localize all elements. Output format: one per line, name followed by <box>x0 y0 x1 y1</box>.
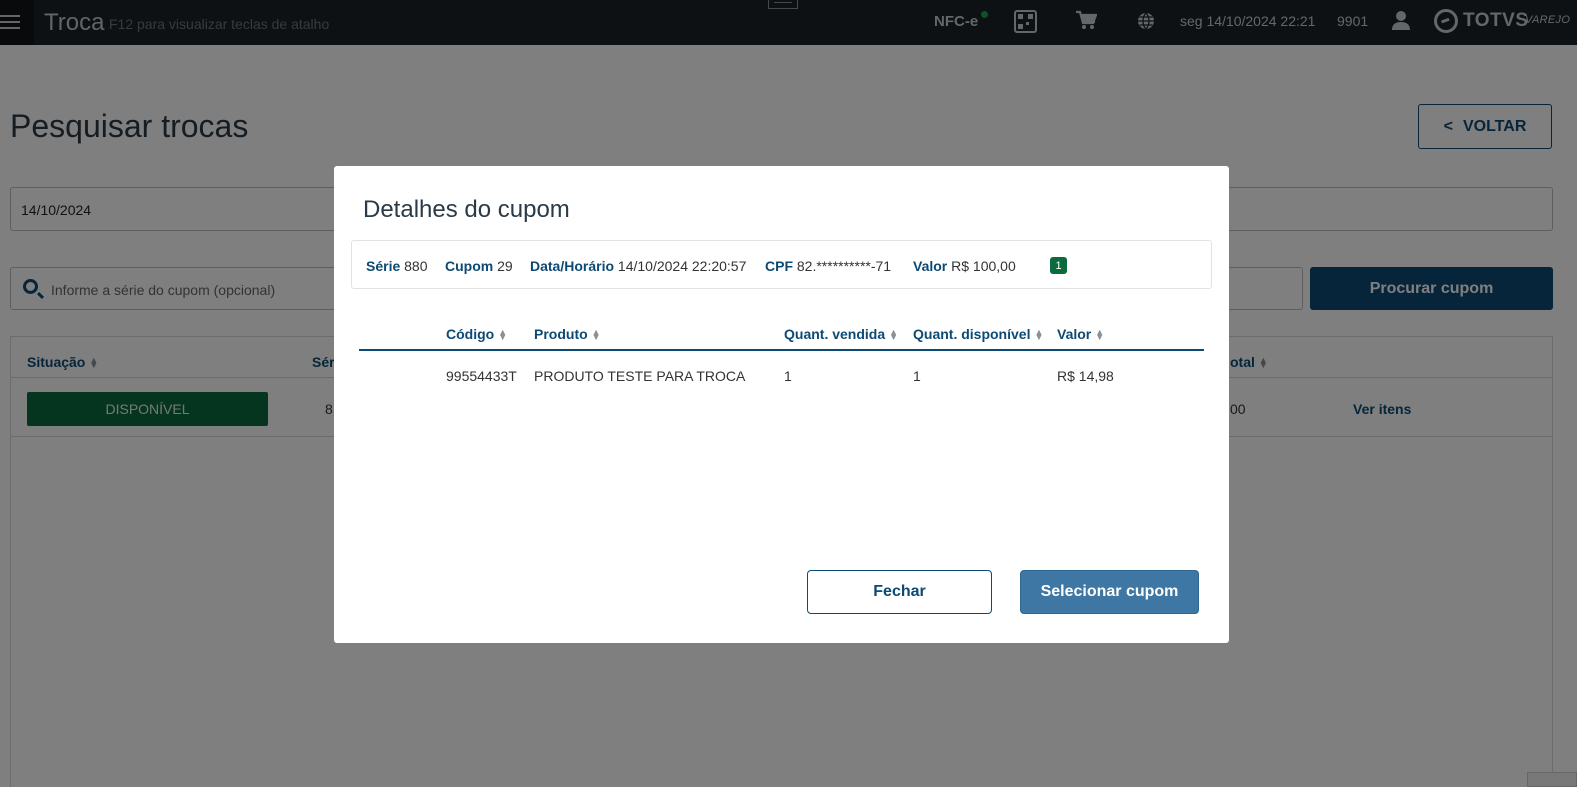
cell-codigo: 99554433T <box>446 368 517 384</box>
info-cupom: Cupom 29 <box>445 258 513 274</box>
cell-qtd-vendida: 1 <box>784 368 792 384</box>
cell-produto: PRODUTO TESTE PARA TROCA <box>534 368 746 384</box>
info-valor: Valor R$ 100,00 <box>913 258 1016 274</box>
sort-icon: ▲▼ <box>889 327 899 343</box>
column-header-codigo[interactable]: Código ▲ ▼ <box>446 326 507 342</box>
info-serie: Série 880 <box>366 258 428 274</box>
info-datahora: Data/Horário 14/10/2024 22:20:57 <box>530 258 747 274</box>
info-cpf: CPF 82.**********-71 <box>765 258 892 274</box>
coupon-details-modal: Detalhes do cupom Série 880 Cupom 29 Dat… <box>334 166 1229 643</box>
table-header-divider <box>359 349 1204 351</box>
sort-icon: ▲▼ <box>591 327 601 343</box>
modal-title: Detalhes do cupom <box>363 196 570 223</box>
column-header-qtd-disponivel[interactable]: Quant. disponível ▲ ▼ <box>913 326 1043 342</box>
cell-valor: R$ 14,98 <box>1057 368 1114 384</box>
sort-icon: ▲▼ <box>1095 327 1105 343</box>
items-count-badge: 1 <box>1050 257 1067 274</box>
close-button[interactable]: Fechar <box>807 570 992 614</box>
column-header-valor[interactable]: Valor ▲ ▼ <box>1057 326 1104 342</box>
sort-icon: ▲▼ <box>498 327 508 343</box>
sort-icon: ▲▼ <box>1034 327 1044 343</box>
coupon-info-bar: Série 880 Cupom 29 Data/Horário 14/10/20… <box>351 240 1212 289</box>
select-coupon-button[interactable]: Selecionar cupom <box>1020 570 1199 614</box>
column-header-produto[interactable]: Produto ▲ ▼ <box>534 326 601 342</box>
column-header-qtd-vendida[interactable]: Quant. vendida ▲ ▼ <box>784 326 898 342</box>
cell-qtd-disponivel: 1 <box>913 368 921 384</box>
